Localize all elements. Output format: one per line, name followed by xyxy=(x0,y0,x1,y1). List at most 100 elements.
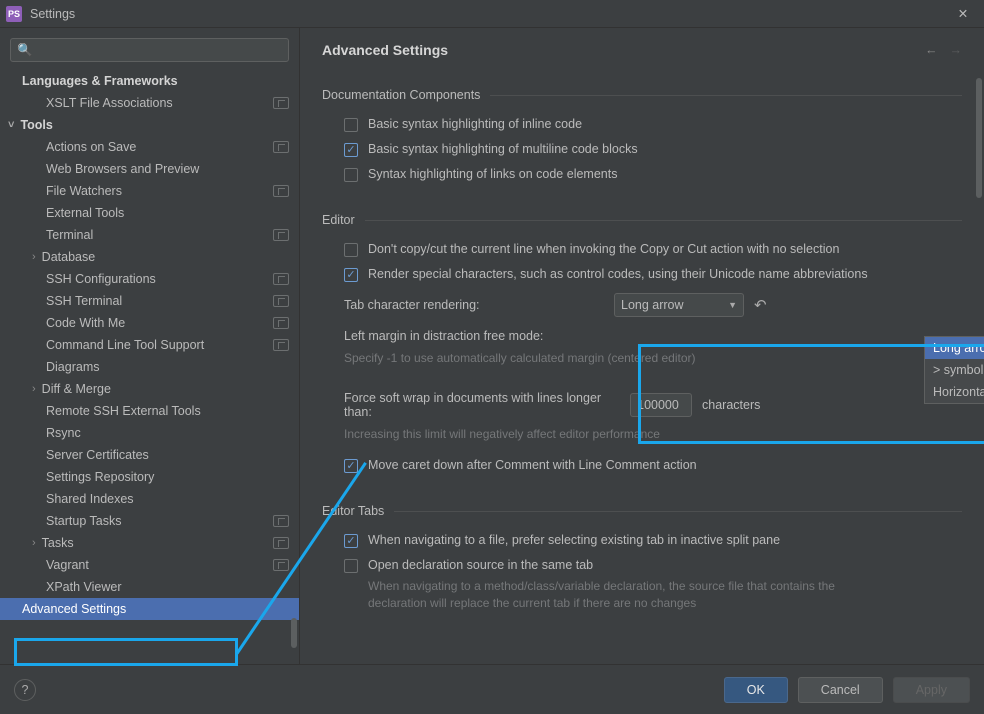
label-wrap-pre: Force soft wrap in documents with lines … xyxy=(344,391,620,419)
sidebar-item[interactable]: Vagrant xyxy=(0,554,299,576)
label-render-special: Render special characters, such as contr… xyxy=(368,267,868,281)
sidebar-item-label: Remote SSH External Tools xyxy=(46,404,201,418)
nav-back-icon[interactable]: ← xyxy=(925,43,938,57)
sidebar-item[interactable]: Actions on Save xyxy=(0,136,299,158)
checkbox-links-code[interactable] xyxy=(344,168,358,182)
label-prefer-tab: When navigating to a file, prefer select… xyxy=(368,533,780,547)
chevron-down-icon: ▼ xyxy=(728,300,737,310)
project-badge-icon xyxy=(273,97,289,109)
sidebar-item[interactable]: XSLT File Associations xyxy=(0,92,299,114)
label-caret: Move caret down after Comment with Line … xyxy=(368,458,697,472)
content-scrollbar[interactable] xyxy=(976,78,982,198)
sidebar-item-label: Advanced Settings xyxy=(22,602,126,616)
sidebar-item-label: Web Browsers and Preview xyxy=(46,162,199,176)
checkbox-caret[interactable] xyxy=(344,459,358,473)
close-icon[interactable]: ✕ xyxy=(948,6,978,21)
sidebar-item-label: Database xyxy=(42,250,96,264)
hint-open-decl: When navigating to a method/class/variab… xyxy=(322,578,842,612)
sidebar-item[interactable]: XPath Viewer xyxy=(0,576,299,598)
hint-wrap: Increasing this limit will negatively af… xyxy=(322,425,962,443)
sidebar-cat-tools[interactable]: Tools xyxy=(0,114,299,136)
ok-button[interactable]: OK xyxy=(724,677,788,703)
sidebar-scrollbar[interactable] xyxy=(291,618,297,648)
footer: ? OK Cancel Apply xyxy=(0,664,984,714)
sidebar-item[interactable]: Command Line Tool Support xyxy=(0,334,299,356)
checkbox-prefer-tab[interactable] xyxy=(344,534,358,548)
project-badge-icon xyxy=(273,185,289,197)
sidebar-item-label: External Tools xyxy=(46,206,124,220)
sidebar-item[interactable]: Shared Indexes xyxy=(0,488,299,510)
sidebar-item-advanced-settings[interactable]: Advanced Settings xyxy=(0,598,299,620)
sidebar-item-label: Code With Me xyxy=(46,316,125,330)
sidebar-item[interactable]: Web Browsers and Preview xyxy=(0,158,299,180)
project-badge-icon xyxy=(273,537,289,549)
section-tabs-title: Editor Tabs xyxy=(322,504,962,518)
dropdown-menu-tabchar: Long arrow> symbolHorizontal line xyxy=(924,336,984,404)
project-badge-icon xyxy=(273,559,289,571)
sidebar-item[interactable]: External Tools xyxy=(0,202,299,224)
hint-leftmargin: Specify -1 to use automatically calculat… xyxy=(322,349,962,367)
checkbox-open-decl[interactable] xyxy=(344,559,358,573)
sidebar-item[interactable]: File Watchers xyxy=(0,180,299,202)
sidebar-item-label: Startup Tasks xyxy=(46,514,122,528)
label-links-code: Syntax highlighting of links on code ele… xyxy=(368,167,617,181)
project-badge-icon xyxy=(273,339,289,351)
sidebar-item[interactable]: Remote SSH External Tools xyxy=(0,400,299,422)
help-button[interactable]: ? xyxy=(14,679,36,701)
nav-forward-icon[interactable]: → xyxy=(950,43,963,57)
revert-icon[interactable]: ↶ xyxy=(754,296,767,314)
sidebar-item-label: Server Certificates xyxy=(46,448,149,462)
sidebar-item-label: Tasks xyxy=(42,536,74,550)
dropdown-option[interactable]: Long arrow xyxy=(925,337,984,359)
section-editor-title: Editor xyxy=(322,213,962,227)
dropdown-option[interactable]: Horizontal line xyxy=(925,381,984,403)
sidebar-item-label: SSH Terminal xyxy=(46,294,122,308)
sidebar-item[interactable]: Tasks xyxy=(0,532,299,554)
page-title: Advanced Settings xyxy=(322,42,448,58)
sidebar-item[interactable]: Rsync xyxy=(0,422,299,444)
label-wrap-post: characters xyxy=(702,398,962,412)
app-icon: PS xyxy=(6,6,22,22)
checkbox-render-special[interactable] xyxy=(344,268,358,282)
sidebar-item[interactable]: Startup Tasks xyxy=(0,510,299,532)
sidebar-cat-lang[interactable]: Languages & Frameworks xyxy=(0,70,299,92)
apply-button[interactable]: Apply xyxy=(893,677,970,703)
sidebar-tree[interactable]: Languages & Frameworks XSLT File Associat… xyxy=(0,70,299,664)
sidebar-item-label: XSLT File Associations xyxy=(46,96,173,110)
checkbox-multiline-code[interactable] xyxy=(344,143,358,157)
cancel-button[interactable]: Cancel xyxy=(798,677,883,703)
sidebar-item-label: Vagrant xyxy=(46,558,89,572)
window-title: Settings xyxy=(30,7,948,21)
dropdown-tabchar[interactable]: Long arrow ▼ xyxy=(614,293,744,317)
sidebar-item-label: Terminal xyxy=(46,228,93,242)
sidebar-item[interactable]: Database xyxy=(0,246,299,268)
project-badge-icon xyxy=(273,141,289,153)
checkbox-inline-code[interactable] xyxy=(344,118,358,132)
sidebar-item[interactable]: Terminal xyxy=(0,224,299,246)
search-input[interactable]: 🔍 xyxy=(10,38,289,62)
sidebar-item-label: Shared Indexes xyxy=(46,492,134,506)
sidebar-item[interactable]: Diff & Merge xyxy=(0,378,299,400)
sidebar-item-label: SSH Configurations xyxy=(46,272,156,286)
sidebar-item[interactable]: SSH Terminal xyxy=(0,290,299,312)
dropdown-option[interactable]: > symbol xyxy=(925,359,984,381)
project-badge-icon xyxy=(273,515,289,527)
sidebar-item[interactable]: Code With Me xyxy=(0,312,299,334)
label-copycut: Don't copy/cut the current line when inv… xyxy=(368,242,839,256)
sidebar: 🔍 Languages & Frameworks XSLT File Associ… xyxy=(0,28,300,664)
input-wrap-limit[interactable]: 100000 xyxy=(630,393,692,417)
search-icon: 🔍 xyxy=(17,43,33,58)
sidebar-item[interactable]: Server Certificates xyxy=(0,444,299,466)
sidebar-item[interactable]: Diagrams xyxy=(0,356,299,378)
sidebar-item[interactable]: Settings Repository xyxy=(0,466,299,488)
project-badge-icon xyxy=(273,229,289,241)
dropdown-tabchar-value: Long arrow xyxy=(621,298,684,312)
title-bar: PS Settings ✕ xyxy=(0,0,984,28)
sidebar-item-label: Actions on Save xyxy=(46,140,136,154)
sidebar-item-label: File Watchers xyxy=(46,184,122,198)
sidebar-item-label: Settings Repository xyxy=(46,470,154,484)
sidebar-item[interactable]: SSH Configurations xyxy=(0,268,299,290)
section-doc-title: Documentation Components xyxy=(322,88,962,102)
label-leftmargin: Left margin in distraction free mode: xyxy=(344,329,604,343)
checkbox-copycut[interactable] xyxy=(344,243,358,257)
